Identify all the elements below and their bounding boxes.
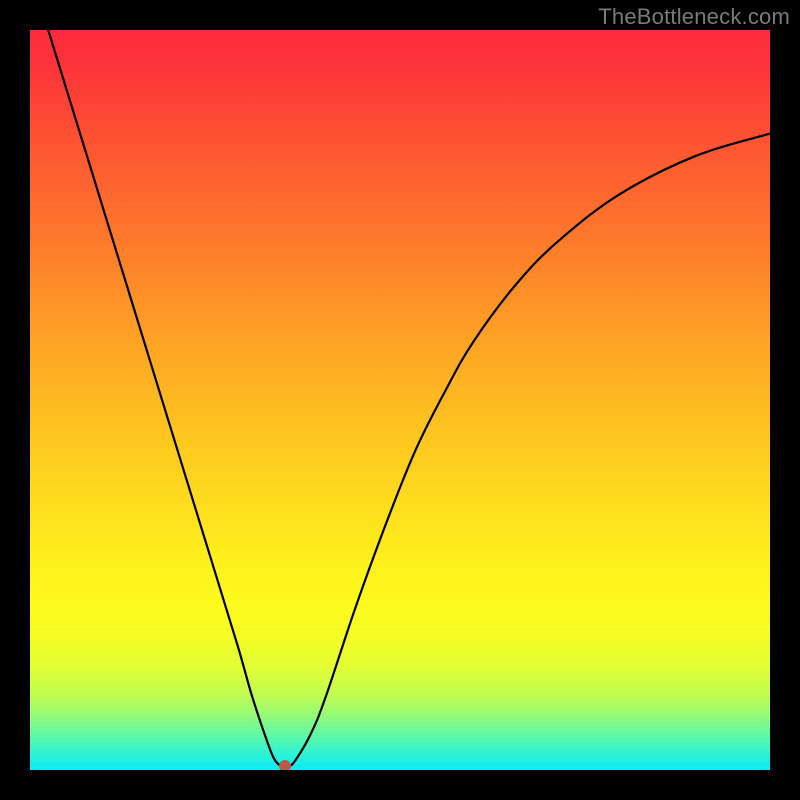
chart-frame: TheBottleneck.com bbox=[0, 0, 800, 800]
optimum-marker bbox=[279, 760, 291, 770]
plot-area bbox=[30, 30, 770, 770]
bottleneck-curve bbox=[30, 30, 770, 770]
watermark-text: TheBottleneck.com bbox=[598, 4, 790, 30]
